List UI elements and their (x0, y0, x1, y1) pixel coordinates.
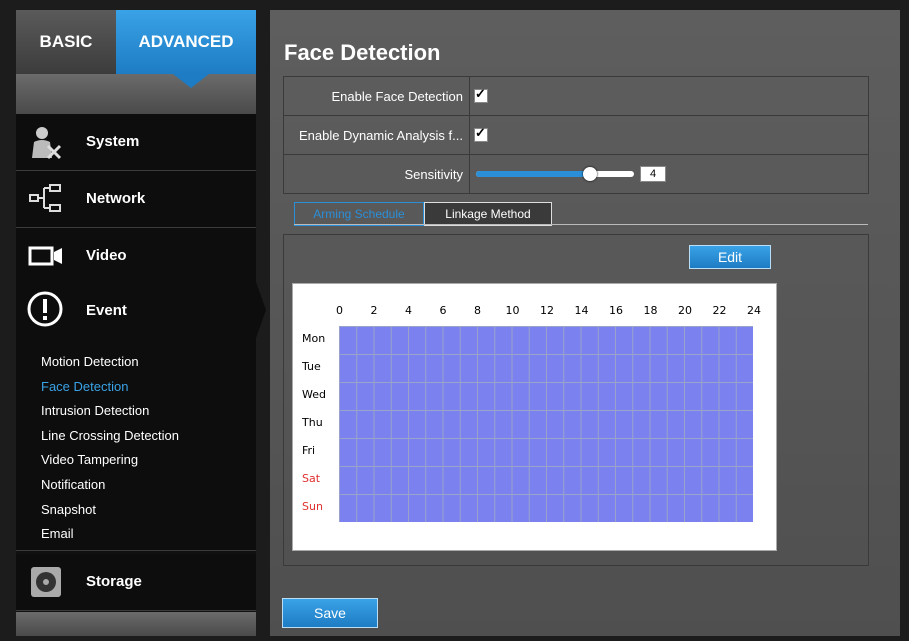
sensitivity-label: Sensitivity (284, 155, 470, 193)
hour-label: 8 (474, 304, 481, 317)
enable-face-detection-label: Enable Face Detection (284, 77, 470, 115)
settings-form: Enable Face Detection Enable Dynamic Ana… (283, 76, 869, 194)
tab-divider (294, 224, 868, 225)
day-label: Sun (302, 500, 323, 513)
sub-item-email[interactable]: Email (41, 526, 74, 541)
hour-label: 24 (747, 304, 761, 317)
sub-item-snapshot[interactable]: Snapshot (41, 502, 96, 517)
network-icon (29, 184, 61, 212)
value-cell: 4 (474, 155, 666, 193)
form-row-enable: Enable Face Detection (284, 77, 868, 116)
alert-icon (27, 291, 63, 327)
sub-item-notification[interactable]: Notification (41, 477, 105, 492)
sidebar-item-video[interactable]: Video (16, 228, 256, 285)
hour-label: 4 (405, 304, 412, 317)
hour-label: 10 (505, 304, 520, 317)
day-label: Fri (302, 444, 316, 457)
day-label: Sat (302, 472, 321, 485)
tab-linkage-method[interactable]: Linkage Method (424, 202, 552, 226)
sidebar-footer-band (16, 612, 256, 636)
page-title: Face Detection (284, 40, 441, 65)
tab-advanced[interactable]: ADVANCED (116, 10, 256, 74)
hour-label: 6 (439, 304, 447, 317)
sidebar-item-label: Storage (86, 573, 142, 590)
enable-face-detection-checkbox[interactable] (474, 86, 488, 103)
sidebar-item-event[interactable]: Event (86, 302, 127, 319)
schedule-panel: Edit 0 2 4 6 8 10 12 14 16 18 20 22 24 Mon Tue Wed Thu Fr… (283, 234, 869, 566)
hour-label: 22 (712, 304, 727, 317)
hour-label: 12 (540, 304, 554, 317)
hour-label: 0 (336, 304, 343, 317)
form-row-sensitivity: Sensitivity 4 (284, 155, 868, 193)
main-content: Face Detection Enable Face Detection Ena… (270, 10, 900, 636)
hour-label: 16 (609, 304, 623, 317)
sensitivity-value-field[interactable]: 4 (640, 166, 666, 182)
day-label: Wed (302, 388, 326, 401)
sidebar-item-system[interactable]: System (16, 114, 256, 171)
day-label: Thu (302, 416, 323, 429)
hour-label: 20 (678, 304, 692, 317)
schedule-grid[interactable] (339, 326, 753, 522)
slider-fill (476, 171, 590, 177)
slider-handle[interactable] (583, 167, 597, 181)
sub-item-video-tampering[interactable]: Video Tampering (41, 452, 138, 467)
active-section-pointer (256, 282, 266, 338)
tab-arming-schedule[interactable]: Arming Schedule (294, 202, 424, 226)
hour-label: 2 (370, 304, 378, 317)
camera-icon (28, 246, 62, 266)
sidebar-header-band (16, 74, 256, 114)
sidebar-item-label: System (86, 133, 140, 150)
sidebar-item-network[interactable]: Network (16, 171, 256, 228)
active-tab-pointer (173, 74, 209, 88)
sidebar: BASIC ADVANCED System Network Video Even… (16, 10, 266, 636)
form-row-dynamic: Enable Dynamic Analysis f... (284, 116, 868, 155)
sidebar-item-label: Network (86, 190, 146, 207)
sub-item-face-detection[interactable]: Face Detection (41, 379, 128, 394)
sensitivity-slider[interactable] (476, 167, 634, 181)
tab-basic[interactable]: BASIC (16, 10, 116, 74)
edit-button[interactable]: Edit (689, 245, 771, 269)
sub-item-motion-detection[interactable]: Motion Detection (41, 354, 139, 369)
mode-tabs: BASIC ADVANCED (16, 10, 256, 74)
tools-icon (32, 127, 62, 160)
value-cell (474, 77, 488, 115)
sidebar-item-storage[interactable]: Storage (16, 554, 256, 611)
save-button[interactable]: Save (282, 598, 378, 628)
sub-item-intrusion-detection[interactable]: Intrusion Detection (41, 403, 149, 418)
sidebar-item-label: Video (86, 247, 127, 264)
hour-label: 14 (574, 304, 589, 317)
arming-schedule-chart: 0 2 4 6 8 10 12 14 16 18 20 22 24 Mon Tue Wed Thu Fri Sat S… (292, 283, 777, 551)
enable-dynamic-analysis-checkbox[interactable] (474, 125, 488, 142)
hour-label: 18 (643, 304, 658, 317)
disk-icon (31, 567, 61, 597)
day-label: Mon (302, 332, 326, 345)
value-cell (474, 116, 488, 154)
sidebar-event-section: Event Motion Detection Face Detection In… (16, 282, 256, 551)
enable-dynamic-analysis-label: Enable Dynamic Analysis f... (284, 116, 470, 154)
day-label: Tue (302, 360, 321, 373)
sub-item-line-crossing-detection[interactable]: Line Crossing Detection (41, 428, 179, 443)
